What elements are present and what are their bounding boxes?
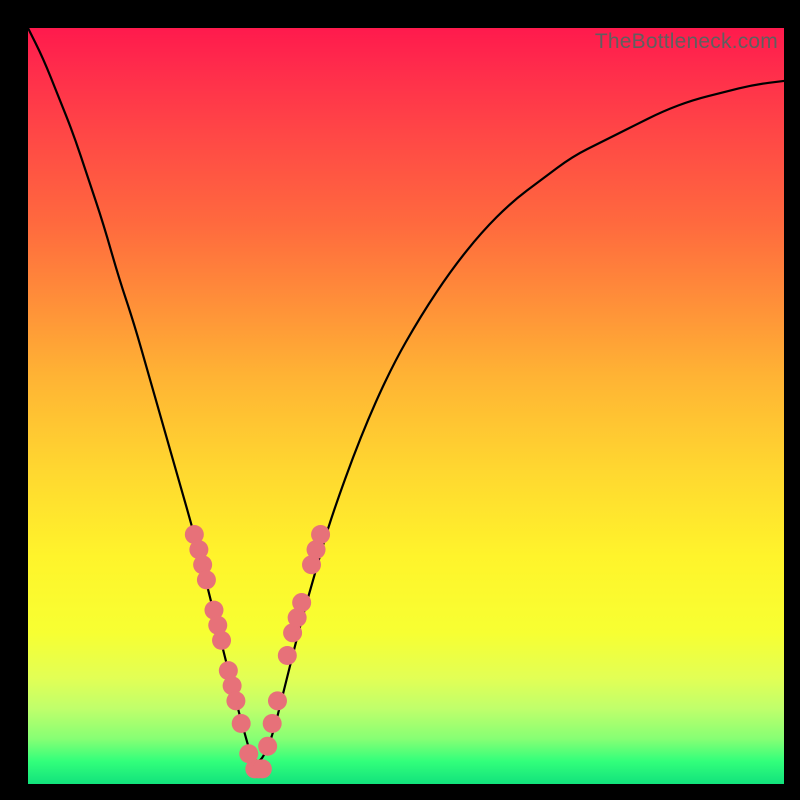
highlighted-point: [232, 714, 251, 733]
highlighted-point: [212, 631, 231, 650]
highlighted-point: [226, 691, 245, 710]
highlighted-points: [185, 525, 330, 778]
highlighted-point: [253, 759, 272, 778]
highlighted-point: [311, 525, 330, 544]
highlighted-point: [278, 646, 297, 665]
highlighted-point: [197, 570, 216, 589]
plot-area: TheBottleneck.com: [28, 28, 784, 784]
highlighted-point: [268, 691, 287, 710]
chart-stage: TheBottleneck.com: [0, 0, 800, 800]
highlighted-point: [263, 714, 282, 733]
chart-overlay: [28, 28, 784, 784]
highlighted-point: [292, 593, 311, 612]
highlighted-point: [258, 737, 277, 756]
bottleneck-curve: [28, 28, 784, 761]
